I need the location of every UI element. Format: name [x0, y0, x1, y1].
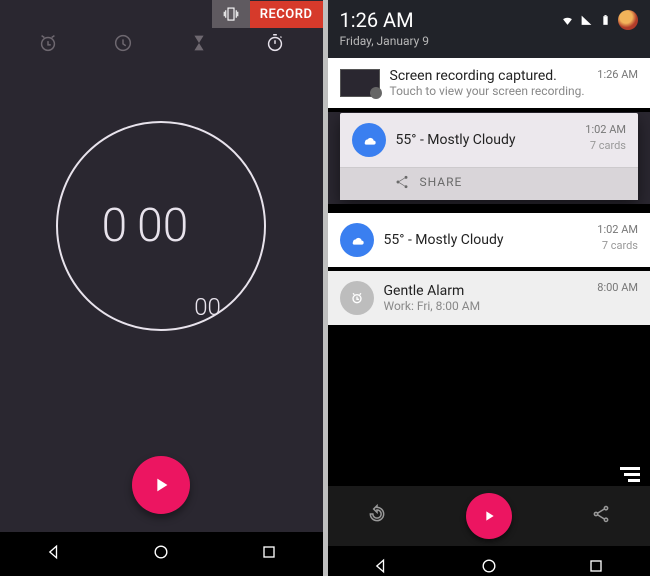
- start-button[interactable]: [132, 456, 190, 514]
- notif-time: 1:02 AM: [585, 123, 626, 136]
- notification-weather[interactable]: 55° - Mostly Cloudy 1:02 AM 7 cards: [328, 213, 650, 267]
- share-action[interactable]: SHARE: [340, 167, 639, 200]
- play-button[interactable]: [466, 493, 512, 539]
- battery-icon: [599, 14, 612, 27]
- nav-home[interactable]: [151, 542, 171, 566]
- clear-all-icon[interactable]: [616, 467, 640, 482]
- avatar[interactable]: [618, 10, 638, 30]
- refresh-button[interactable]: [367, 504, 387, 528]
- top-indicators: RECORD: [212, 0, 323, 28]
- action-row: [328, 486, 650, 546]
- tab-timer[interactable]: [186, 30, 212, 56]
- recording-thumbnail-icon: [340, 69, 380, 97]
- play-icon: [150, 474, 172, 496]
- nav-back[interactable]: [371, 556, 391, 576]
- stopwatch-time: 0 00 00: [56, 121, 266, 331]
- tab-stopwatch[interactable]: [262, 30, 288, 56]
- alarm-icon: [340, 281, 374, 315]
- vibrate-icon: [212, 0, 250, 28]
- notification-gentle-alarm[interactable]: Gentle Alarm Work: Fri, 8:00 AM 8:00 AM: [328, 271, 650, 325]
- stopwatch-centiseconds: 00: [194, 293, 221, 321]
- share-icon: [394, 174, 410, 190]
- play-icon: [481, 508, 497, 524]
- phone-left: RECORD 0 00 00: [0, 0, 323, 576]
- notif-extra: 7 cards: [590, 139, 626, 152]
- signal-icon: [580, 14, 593, 27]
- phone-right: 1:26 AM Friday, January 9 Screen recordi…: [328, 0, 650, 576]
- status-icons: [561, 10, 638, 30]
- tab-clock[interactable]: [110, 30, 136, 56]
- notif-extra: 7 cards: [602, 239, 638, 252]
- cloud-icon: [352, 123, 386, 157]
- notif-subtitle: Touch to view your screen recording.: [390, 84, 639, 98]
- android-navbar: [0, 532, 323, 576]
- nav-back[interactable]: [44, 542, 64, 566]
- notification-screen-recording[interactable]: Screen recording captured. Touch to view…: [328, 58, 650, 108]
- background-clock-peek: 0 0000 55° - Mostly Cloudy 1:02 AM 7 car…: [328, 112, 650, 204]
- nav-recent[interactable]: [586, 556, 606, 576]
- tab-alarm[interactable]: [35, 30, 61, 56]
- status-date: Friday, January 9: [340, 34, 639, 48]
- wifi-icon: [561, 14, 574, 27]
- notif-subtitle: Work: Fri, 8:00 AM: [384, 299, 639, 313]
- notification-weather-expanded[interactable]: 55° - Mostly Cloudy 1:02 AM 7 cards SHAR…: [340, 113, 639, 200]
- notif-time: 8:00 AM: [597, 281, 638, 294]
- cloud-icon: [340, 223, 374, 257]
- record-badge[interactable]: RECORD: [250, 1, 323, 28]
- android-navbar: [328, 546, 650, 576]
- notification-shade[interactable]: Screen recording captured. Touch to view…: [328, 58, 650, 576]
- stopwatch-face: 0 00 00: [56, 121, 266, 331]
- notif-time: 1:02 AM: [597, 223, 638, 236]
- stopwatch-minutes: 0: [102, 199, 128, 253]
- statusbar-expanded[interactable]: 1:26 AM Friday, January 9: [328, 0, 650, 58]
- nav-recent[interactable]: [259, 542, 279, 566]
- nav-home[interactable]: [479, 556, 499, 576]
- notif-time: 1:26 AM: [597, 68, 638, 81]
- share-button[interactable]: [591, 504, 611, 528]
- share-label: SHARE: [420, 175, 463, 189]
- stopwatch-seconds: 00: [137, 199, 188, 253]
